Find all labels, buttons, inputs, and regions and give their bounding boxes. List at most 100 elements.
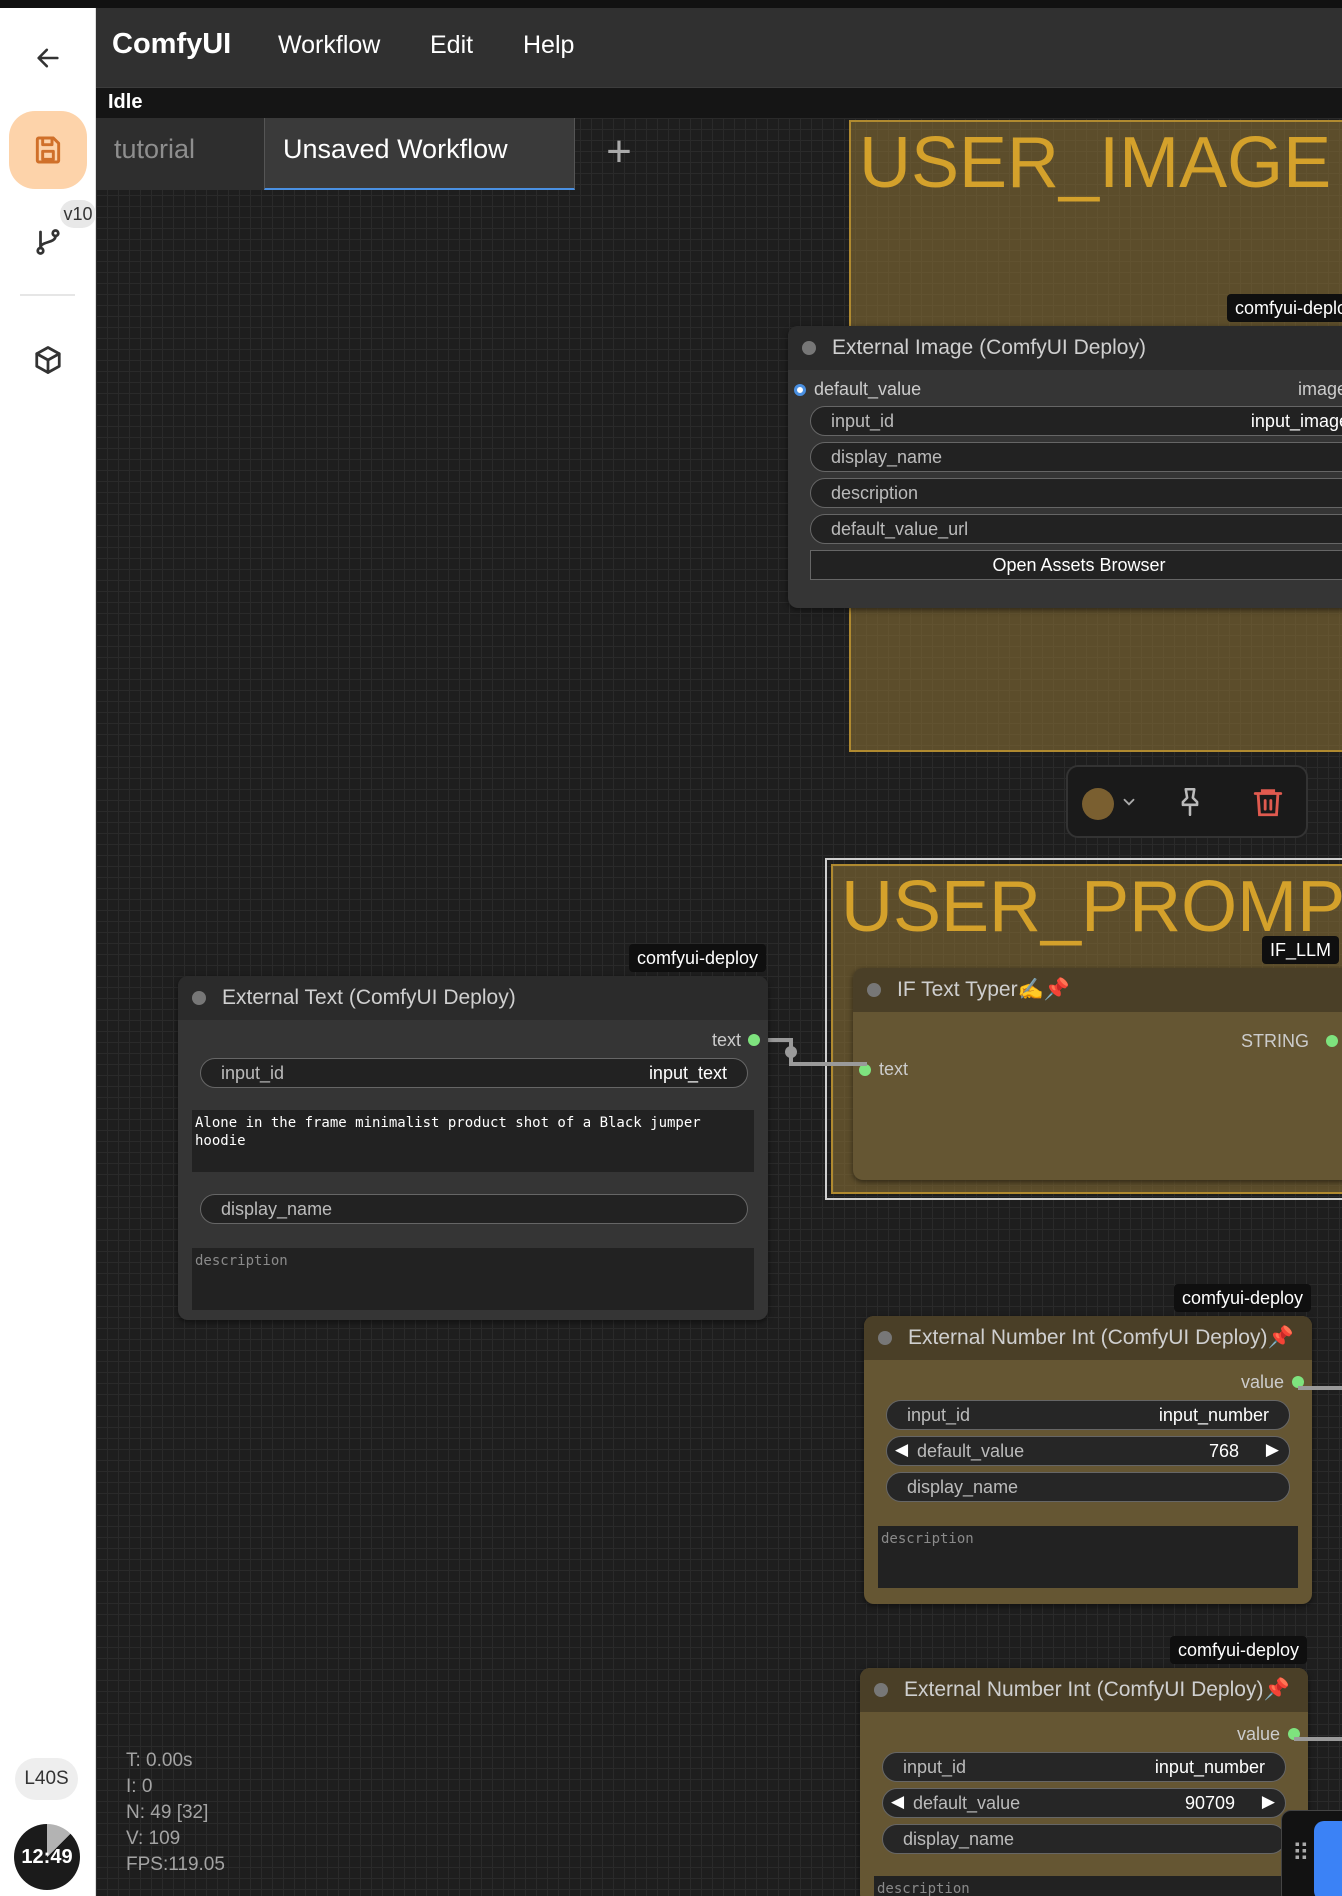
run-button[interactable] xyxy=(1314,1821,1342,1896)
input-id-field[interactable]: input_id input_image xyxy=(810,406,1342,436)
widget-label: default_value_url xyxy=(831,519,969,539)
stat-time: T: 0.00s xyxy=(126,1750,193,1771)
output-slot-label: text xyxy=(712,1030,742,1050)
increment-arrow[interactable]: ▶ xyxy=(1266,1440,1279,1460)
node-header[interactable]: External Number Int (ComfyUI Deploy)📌 xyxy=(860,1668,1308,1712)
stat-nodes: N: 49 [32] xyxy=(126,1802,209,1823)
node-external-text[interactable]: External Text (ComfyUI Deploy) text inpu… xyxy=(178,976,768,1320)
node-if-text-typer[interactable]: IF Text Typer✍️📌 STRING text xyxy=(853,968,1342,1180)
drag-handle-icon[interactable]: ⠿ xyxy=(1292,1839,1310,1868)
collapse-dot[interactable] xyxy=(874,1683,888,1697)
decrement-arrow[interactable]: ◀ xyxy=(895,1440,908,1460)
output-slot-label: image xyxy=(1298,379,1342,399)
pin-icon[interactable] xyxy=(1173,785,1207,819)
node-title: External Number Int (ComfyUI Deploy)📌 xyxy=(904,1678,1290,1701)
link-wire[interactable] xyxy=(1298,1386,1342,1390)
description-field[interactable]: description xyxy=(810,478,1342,508)
widget-value: 768 xyxy=(1208,1441,1239,1461)
default-value-stepper[interactable]: ◀ default_value 90709 ▶ xyxy=(882,1788,1286,1818)
stat-v: V: 109 xyxy=(126,1828,181,1849)
node-header[interactable]: External Text (ComfyUI Deploy) xyxy=(178,976,768,1020)
window-top-strip xyxy=(0,0,1342,8)
canvas-stats: T: 0.00s I: 0 N: 49 [32] V: 109 FPS:119.… xyxy=(126,1748,225,1878)
widget-label: display_name xyxy=(221,1199,333,1219)
gpu-badge[interactable]: L40S xyxy=(15,1758,78,1800)
link-wire[interactable] xyxy=(1294,1737,1342,1741)
widget-value: input_text xyxy=(648,1063,727,1083)
save-button[interactable] xyxy=(9,111,87,189)
display-name-field[interactable]: display_name xyxy=(886,1472,1290,1502)
widget-value: input_image xyxy=(1250,411,1342,431)
trash-icon[interactable] xyxy=(1251,784,1285,820)
widget-label: display_name xyxy=(903,1829,1015,1849)
description-textarea[interactable]: description xyxy=(878,1526,1298,1588)
default-value-stepper[interactable]: ◀ default_value 768 ▶ xyxy=(886,1436,1290,1466)
display-name-field[interactable]: display_name xyxy=(200,1194,748,1224)
output-slot-label: value xyxy=(1237,1724,1281,1744)
tab-unsaved-workflow[interactable]: Unsaved Workflow xyxy=(264,118,575,190)
decrement-arrow[interactable]: ◀ xyxy=(891,1792,904,1812)
floating-panel[interactable]: ⠿ xyxy=(1281,1810,1342,1896)
stat-fps: FPS:119.05 xyxy=(126,1854,225,1875)
open-assets-browser-button[interactable]: Open Assets Browser xyxy=(810,550,1342,580)
sidebar-divider xyxy=(20,294,75,296)
input-id-field[interactable]: input_id input_number xyxy=(882,1752,1286,1782)
back-arrow-icon xyxy=(37,48,59,68)
cube-icon xyxy=(35,346,61,374)
workflow-tabs: tutorial Unsaved Workflow + xyxy=(96,118,1342,190)
color-picker-button[interactable] xyxy=(1082,788,1114,820)
node-external-number-int[interactable]: External Number Int (ComfyUI Deploy)📌 va… xyxy=(864,1316,1312,1604)
models-button[interactable] xyxy=(20,332,76,388)
display-name-field[interactable]: display_name xyxy=(882,1824,1286,1854)
menu-workflow[interactable]: Workflow xyxy=(278,31,380,60)
node-badge: comfyui-deploy xyxy=(1174,1284,1312,1312)
status-bar: Idle xyxy=(96,88,1342,118)
session-timer: 12:49 xyxy=(14,1824,80,1890)
canvas-area[interactable]: USER_IMAGE USER_PROMPT comfyui-deplo com… xyxy=(96,8,1342,1896)
output-slot-dot[interactable] xyxy=(1326,1035,1338,1047)
node-title: External Number Int (ComfyUI Deploy)📌 xyxy=(908,1326,1294,1349)
node-badge: IF_LLM xyxy=(1262,936,1340,964)
display-name-field[interactable]: display_name xyxy=(810,442,1342,472)
output-slot-label: STRING xyxy=(1241,1031,1310,1051)
link-wire[interactable] xyxy=(751,1028,871,1078)
menu-edit[interactable]: Edit xyxy=(430,31,473,60)
description-textarea[interactable]: description xyxy=(874,1876,1294,1896)
collapse-dot[interactable] xyxy=(192,991,206,1005)
output-slot-dot[interactable] xyxy=(748,1034,760,1046)
node-badge: comfyui-deploy xyxy=(629,944,767,972)
collapse-dot[interactable] xyxy=(867,983,881,997)
input-id-field[interactable]: input_id input_number xyxy=(886,1400,1290,1430)
widget-label: default_value xyxy=(913,1793,1021,1813)
description-textarea[interactable]: description xyxy=(192,1248,754,1310)
node-header[interactable]: External Image (ComfyUI Deploy) xyxy=(788,326,1342,370)
prompt-textarea[interactable]: Alone in the frame minimalist product sh… xyxy=(192,1110,754,1172)
collapse-dot[interactable] xyxy=(802,341,816,355)
widget-label: display_name xyxy=(907,1477,1019,1497)
node-external-image[interactable]: External Image (ComfyUI Deploy) default_… xyxy=(788,326,1342,608)
chevron-down-icon[interactable] xyxy=(1120,793,1138,811)
collapse-dot[interactable] xyxy=(878,1331,892,1345)
queue-status: Idle xyxy=(108,91,143,113)
input-slot-label: text xyxy=(879,1059,909,1079)
increment-arrow[interactable]: ▶ xyxy=(1262,1792,1275,1812)
widget-value: input_number xyxy=(1154,1757,1265,1777)
node-header[interactable]: External Number Int (ComfyUI Deploy)📌 xyxy=(864,1316,1312,1360)
node-toolbar xyxy=(1066,765,1308,838)
node-external-number-int[interactable]: External Number Int (ComfyUI Deploy)📌 va… xyxy=(860,1668,1308,1896)
back-button[interactable] xyxy=(20,30,76,86)
node-badge: comfyui-deploy xyxy=(1170,1636,1308,1664)
tab-tutorial[interactable]: tutorial xyxy=(96,118,264,190)
widget-value: input_number xyxy=(1158,1405,1269,1425)
version-badge: v10 xyxy=(60,200,96,228)
input-slot-dot[interactable] xyxy=(794,384,806,396)
stat-i: I: 0 xyxy=(126,1776,153,1797)
node-title: IF Text Typer✍️📌 xyxy=(897,978,1070,1001)
input-id-field[interactable]: input_id input_text xyxy=(200,1058,748,1088)
default-value-url-field[interactable]: default_value_url xyxy=(810,514,1342,544)
widget-label: default_value xyxy=(917,1441,1025,1461)
node-header[interactable]: IF Text Typer✍️📌 xyxy=(853,968,1342,1012)
widget-label: input_id xyxy=(903,1757,967,1777)
menu-help[interactable]: Help xyxy=(523,31,574,60)
add-tab-button[interactable]: + xyxy=(596,130,642,176)
